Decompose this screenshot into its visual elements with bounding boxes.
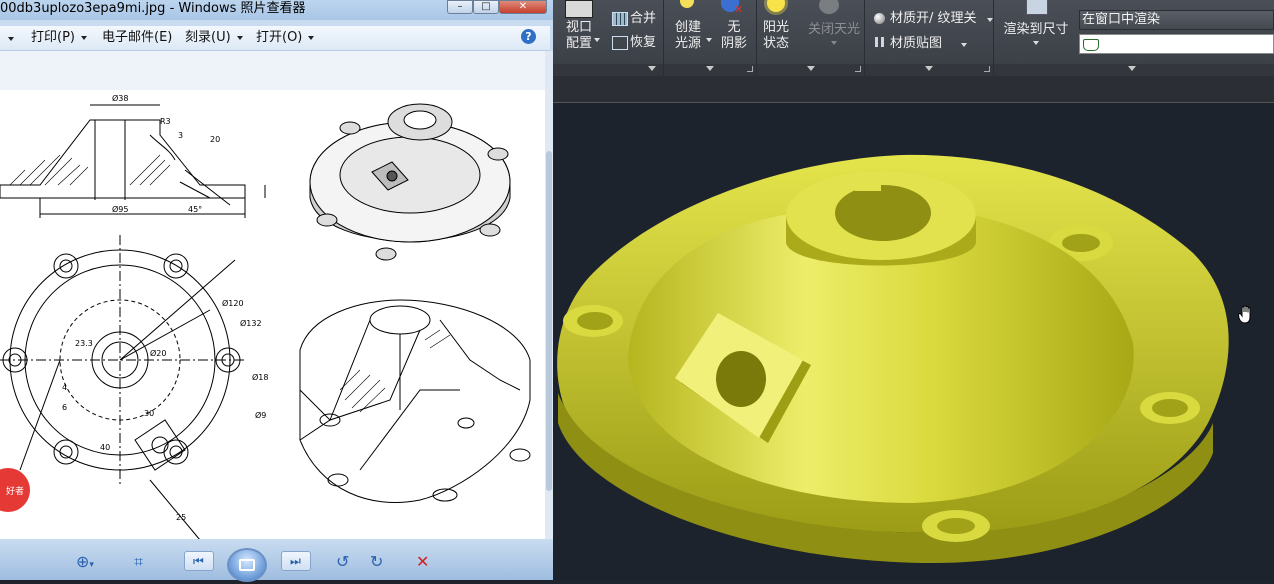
zoom-icon[interactable]: ⊕▾	[76, 553, 94, 574]
window-title: 00db3uplozo3epa9mi.jpg - Windows 照片查看器	[0, 1, 306, 16]
minimize-icon: –	[457, 1, 463, 12]
minimize-button[interactable]: –	[447, 0, 473, 14]
rotate-right-icon[interactable]: ↻	[370, 553, 383, 571]
render-preset-field[interactable]	[1079, 34, 1274, 54]
print-menu-label: 打印(P)	[31, 30, 75, 45]
no-shadow-x-icon: ✕	[734, 3, 744, 16]
email-menu-label: 电子邮件(E)	[102, 30, 173, 45]
material-sphere-icon	[874, 13, 885, 24]
dim-d95: Ø95	[112, 204, 128, 214]
viewport-config-button[interactable]: 视口 配置	[561, 20, 597, 52]
no-shadow-button[interactable]: 无 阴影	[716, 20, 752, 52]
print-menu[interactable]: 打印(P)	[31, 30, 87, 46]
ribbon-group-render: 渲染到尺寸 在窗口中渲染	[994, 0, 1274, 76]
watermark-text: 好者	[6, 485, 24, 497]
next-button[interactable]: ⏭	[281, 551, 311, 571]
previous-button[interactable]: ⏮	[184, 551, 214, 571]
title-bar: 00db3uplozo3epa9mi.jpg - Windows 照片查看器 –…	[0, 0, 553, 20]
photo-viewer-window: 00db3uplozo3epa9mi.jpg - Windows 照片查看器 –…	[0, 0, 553, 582]
ribbon-group-sun: 阳光 状态 关闭天光	[757, 0, 865, 76]
render-teapot-icon	[1026, 0, 1048, 15]
maximize-button[interactable]: □	[473, 0, 499, 14]
next-icon: ⏭	[290, 554, 301, 568]
file-menu-chevron-icon[interactable]	[8, 37, 14, 41]
material-map-icon	[875, 37, 884, 47]
viewer-toolbar: ⊕▾ ⌗ ⏮ ⏭ ↺ ↻ ✕	[0, 539, 553, 580]
email-menu[interactable]: 电子邮件(E)	[102, 30, 172, 46]
create-light-button[interactable]: 创建 光源	[670, 20, 706, 52]
dim-d20: 20	[210, 135, 220, 144]
dim-a45: 45°	[188, 205, 202, 214]
ribbon-group-viewports: 视口 配置 合并 恢复	[553, 0, 664, 76]
render-target-value: 在窗口中渲染	[1082, 12, 1161, 27]
burn-menu[interactable]: 刻录(U)	[185, 30, 243, 46]
technical-drawing: Ø38 R3 Ø95 20 3 45° Ø120 Ø132 23.3 Ø18 Ø…	[0, 93, 531, 552]
delete-icon[interactable]: ✕	[416, 553, 429, 571]
scrollbar-thumb[interactable]	[546, 151, 552, 491]
chevron-down-icon	[308, 35, 315, 40]
dim-d132: Ø132	[240, 318, 262, 328]
burn-menu-label: 刻录(U)	[185, 30, 231, 45]
vertical-scrollbar[interactable]	[545, 51, 553, 539]
open-menu-label: 打开(O)	[256, 30, 303, 45]
ribbon-group-lights: 创建 光源 ✕ 无 阴影	[664, 0, 757, 76]
sun-status-button[interactable]: 阳光 状态	[758, 20, 794, 52]
teapot-icon	[1083, 39, 1099, 51]
command-bar: 打印(P) 电子邮件(E) 刻录(U) 打开(O) ?	[0, 26, 550, 51]
dim-d6: 6	[62, 403, 67, 412]
sky-off-icon	[819, 0, 839, 14]
maximize-icon: □	[481, 1, 491, 12]
dim-d25: 25	[176, 513, 186, 522]
dim-d4: 4	[62, 383, 67, 392]
ribbon: 视口 配置 合并 恢复 创建 光源 ✕ 无 阴影 阳光 状态 关闭天光 材质开/…	[553, 0, 1274, 76]
rendered-part	[557, 154, 1229, 563]
technical-drawing-image: Ø38 R3 Ø95 20 3 45° Ø120 Ø132 23.3 Ø18 Ø…	[0, 90, 545, 552]
dim-d233: 23.3	[75, 339, 93, 348]
cad-application: 视口 配置 合并 恢复 创建 光源 ✕ 无 阴影 阳光 状态 关闭天光 材质开/…	[553, 0, 1274, 580]
pan-hand-cursor-icon	[1238, 305, 1251, 324]
rotate-left-icon[interactable]: ↺	[336, 553, 349, 571]
image-area: Ø38 R3 Ø95 20 3 45° Ø120 Ø132 23.3 Ø18 Ø…	[0, 51, 550, 552]
sun-icon	[767, 0, 785, 12]
previous-icon: ⏮	[193, 554, 204, 568]
material-toggle-button[interactable]: 材质开/ 纹理关	[890, 11, 977, 27]
help-icon[interactable]: ?	[521, 29, 536, 44]
actual-size-icon[interactable]: ⌗	[134, 553, 143, 571]
chevron-down-icon	[236, 35, 243, 40]
slideshow-button[interactable]	[227, 548, 267, 582]
open-menu[interactable]: 打开(O)	[256, 30, 315, 46]
viewport-config-icon	[565, 0, 593, 18]
3d-viewport[interactable]	[553, 103, 1274, 580]
dim-d120: Ø120	[222, 298, 244, 308]
merge-icon	[612, 12, 628, 26]
dim-d20b: Ø20	[150, 348, 166, 358]
ribbon-group-materials: 材质开/ 纹理关 材质贴图	[865, 0, 994, 76]
drawing-tab-bar	[553, 76, 1274, 103]
dim-d9: Ø9	[255, 410, 266, 420]
render-to-size-button[interactable]: 渲染到尺寸	[994, 22, 1078, 38]
chevron-down-icon	[80, 35, 87, 40]
close-icon: ✕	[518, 1, 528, 12]
dim-d38: Ø38	[112, 93, 128, 103]
dim-d3: 3	[178, 131, 183, 140]
watermark-logo: 好者	[0, 468, 30, 512]
restore-button[interactable]: 恢复	[630, 35, 656, 51]
slideshow-icon	[239, 559, 255, 571]
close-button[interactable]: ✕	[499, 0, 547, 14]
dim-d40: 40	[100, 443, 110, 452]
bulb-icon	[680, 0, 694, 8]
material-map-button[interactable]: 材质贴图	[890, 36, 942, 52]
merge-button[interactable]: 合并	[630, 11, 656, 27]
render-target-select[interactable]: 在窗口中渲染	[1079, 10, 1274, 30]
restore-icon	[612, 36, 628, 50]
dim-d18: Ø18	[252, 372, 268, 382]
sky-off-button: 关闭天光	[807, 22, 860, 37]
dim-r3: R3	[160, 117, 171, 126]
dim-d30: 30	[144, 409, 154, 418]
